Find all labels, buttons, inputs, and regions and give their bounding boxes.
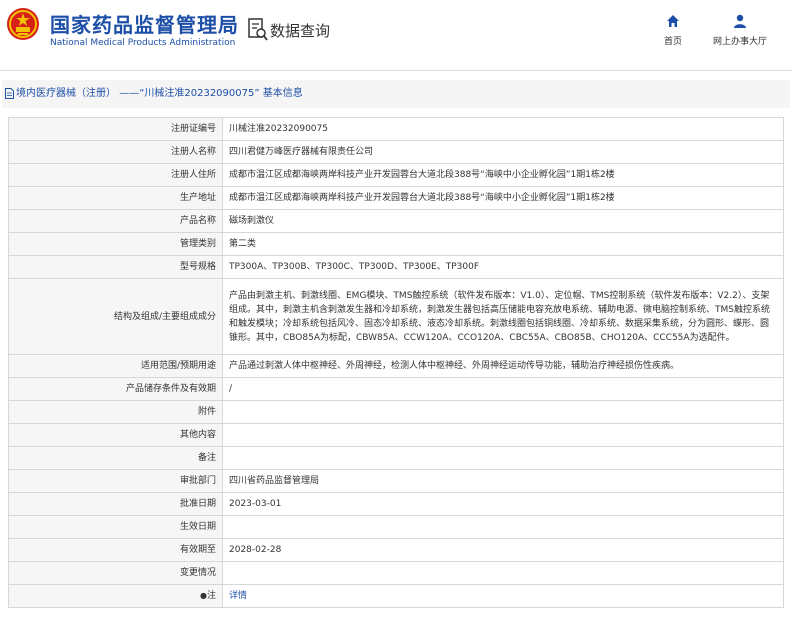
document-icon — [5, 87, 14, 99]
table-row: 管理类别 第二类 — [8, 232, 784, 256]
field-value: TP300A、TP300B、TP300C、TP300D、TP300E、TP300… — [222, 255, 784, 279]
field-label: 注册人住所 — [8, 163, 223, 187]
field-label: 产品名称 — [8, 209, 223, 233]
field-value — [222, 423, 784, 447]
header-divider — [0, 70, 792, 71]
table-row: 变更情况 — [8, 561, 784, 585]
field-label: 其他内容 — [8, 423, 223, 447]
field-label: 生效日期 — [8, 515, 223, 539]
field-label-text: 产品储存条件及有效期 — [125, 384, 216, 394]
field-label-text: 有效期至 — [179, 545, 216, 555]
field-value — [222, 561, 784, 585]
field-value: 2028-02-28 — [222, 538, 784, 562]
table-row: ●注 详情 — [8, 584, 784, 608]
field-label: 批准日期 — [8, 492, 223, 516]
field-label: 注册证编号 — [8, 117, 223, 141]
field-label-text: 注册人名称 — [170, 147, 216, 157]
table-row: 适用范围/预期用途 产品通过刺激人体中枢神经、外周神经，检测人体中枢神经、外周神经… — [8, 354, 784, 378]
field-value: 成都市温江区成都海峡两岸科技产业开发园蓉台大道北段388号“海峡中小企业孵化园”… — [222, 163, 784, 187]
field-value — [222, 400, 784, 424]
field-label: 结构及组成/主要组成成分 — [8, 278, 223, 355]
field-label: 有效期至 — [8, 538, 223, 562]
field-label-text: 管理类别 — [179, 239, 216, 249]
field-value: 四川君健万峰医疗器械有限责任公司 — [222, 140, 784, 164]
table-row: 审批部门 四川省药品监督管理局 — [8, 469, 784, 493]
site-header: 国家药品监督管理局 National Medical Products Admi… — [0, 0, 792, 60]
field-value: 成都市温江区成都海峡两岸科技产业开发园蓉台大道北段388号“海峡中小企业孵化园”… — [222, 186, 784, 210]
nav-home-label: 首页 — [663, 37, 682, 47]
table-row: 产品储存条件及有效期 / — [8, 377, 784, 401]
field-label: 备注 — [8, 446, 223, 470]
breadcrumb-page: 基本信息 — [262, 88, 303, 99]
field-label-text: 生效日期 — [179, 522, 216, 532]
table-row: 注册人名称 四川君健万峰医疗器械有限责任公司 — [8, 140, 784, 164]
table-row: 备注 — [8, 446, 784, 470]
field-label: 审批部门 — [8, 469, 223, 493]
field-label-text: 适用范围/预期用途 — [140, 361, 216, 371]
field-value: 第二类 — [222, 232, 784, 256]
field-label-text: 批准日期 — [179, 499, 216, 509]
field-label-text: 产品名称 — [179, 216, 216, 226]
field-label: 型号规格 — [8, 255, 223, 279]
field-label-text: 注册证编号 — [170, 124, 216, 134]
table-row: 注册人住所 成都市温江区成都海峡两岸科技产业开发园蓉台大道北段388号“海峡中小企… — [8, 163, 784, 187]
field-value: 产品由刺激主机、刺激线圈、EMG模块、TMS触控系统（软件发布版本：V1.0）、… — [222, 278, 784, 355]
field-label-text: 注册人住所 — [170, 170, 216, 180]
field-label: 产品储存条件及有效期 — [8, 377, 223, 401]
table-row: 型号规格 TP300A、TP300B、TP300C、TP300D、TP300E、T… — [8, 255, 784, 279]
record-info-table: 注册证编号 川械注准20232090075 注册人名称 四川君健万峰医疗器械有限责任公… — [8, 117, 784, 608]
breadcrumb-record-id: “川械注准20232090075” — [139, 88, 260, 99]
field-label: 管理类别 — [8, 232, 223, 256]
data-query-label: 数据查询 — [270, 22, 331, 40]
table-row: 结构及组成/主要组成成分 产品由刺激主机、刺激线圈、EMG模块、TMS触控系统（软… — [8, 278, 784, 355]
field-label-text: 变更情况 — [179, 568, 216, 578]
nav-online-hall-label: 网上办事大厅 — [712, 37, 767, 47]
details-link[interactable]: 详情 — [222, 584, 784, 608]
field-value: 川械注准20232090075 — [222, 117, 784, 141]
table-row: 附件 — [8, 400, 784, 424]
site-title-cn: 国家药品监督管理局 — [50, 13, 239, 37]
user-icon — [734, 14, 746, 28]
field-value: 磁场刺激仪 — [222, 209, 784, 233]
site-title-en: National Medical Products Administration — [50, 38, 236, 48]
field-label-text: 备注 — [197, 453, 216, 463]
field-label: 注册人名称 — [8, 140, 223, 164]
home-icon — [667, 15, 679, 27]
field-label-text: 生产地址 — [179, 193, 216, 203]
table-row: 生效日期 — [8, 515, 784, 539]
field-label: 变更情况 — [8, 561, 223, 585]
field-label-text: 其他内容 — [179, 430, 216, 440]
field-label-text: 附件 — [197, 407, 216, 417]
field-label-text: 型号规格 — [179, 262, 216, 272]
data-query-icon — [248, 18, 268, 41]
field-value: / — [222, 377, 784, 401]
field-label: 附件 — [8, 400, 223, 424]
pin-icon: ● — [200, 591, 207, 600]
field-value: 2023-03-01 — [222, 492, 784, 516]
field-label: 生产地址 — [8, 186, 223, 210]
table-row: 产品名称 磁场刺激仪 — [8, 209, 784, 233]
field-label-text: 审批部门 — [179, 476, 216, 486]
field-value: 四川省药品监督管理局 — [222, 469, 784, 493]
breadcrumb-separator: —— — [119, 88, 140, 99]
nav-online-hall[interactable]: 网上办事大厅 — [706, 14, 774, 47]
table-row: 有效期至 2028-02-28 — [8, 538, 784, 562]
field-label: ●注 — [8, 584, 223, 608]
field-value: 产品通过刺激人体中枢神经、外周神经，检测人体中枢神经、外周神经运动传导功能，辅助… — [222, 354, 784, 378]
field-value — [222, 446, 784, 470]
field-label-text: 注 — [206, 591, 216, 601]
breadcrumb: 境内医疗器械（注册） ——“川械注准20232090075” 基本信息 — [2, 80, 790, 108]
field-value — [222, 515, 784, 539]
national-emblem-icon — [7, 8, 39, 40]
breadcrumb-category[interactable]: 境内医疗器械（注册） — [16, 88, 116, 99]
table-row: 注册证编号 川械注准20232090075 — [8, 117, 784, 141]
table-row: 批准日期 2023-03-01 — [8, 492, 784, 516]
nav-home[interactable]: 首页 — [658, 14, 688, 47]
table-row: 其他内容 — [8, 423, 784, 447]
field-label-text: 结构及组成/主要组成成分 — [113, 311, 216, 322]
field-label: 适用范围/预期用途 — [8, 354, 223, 378]
table-row: 生产地址 成都市温江区成都海峡两岸科技产业开发园蓉台大道北段388号“海峡中小企业… — [8, 186, 784, 210]
